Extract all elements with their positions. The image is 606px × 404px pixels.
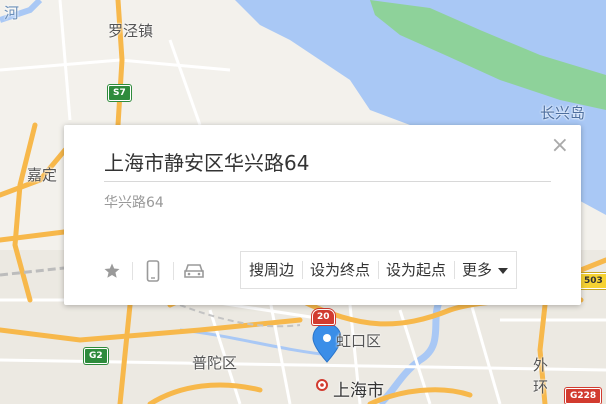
car-icon xyxy=(184,264,204,278)
drive-route-button[interactable] xyxy=(174,258,214,284)
set-destination-button[interactable]: 设为终点 xyxy=(302,252,378,288)
shield-503: 503 xyxy=(579,273,606,289)
close-icon[interactable]: × xyxy=(551,135,569,157)
star-icon xyxy=(104,263,120,278)
more-label: 更多 xyxy=(462,261,493,279)
map-label-waihuan-2: 环 xyxy=(533,378,549,396)
map-label-hongkou: 虹口区 xyxy=(336,332,382,350)
phone-icon xyxy=(146,260,160,282)
shield-g228: G228 xyxy=(565,388,602,404)
map-label-putuo: 普陀区 xyxy=(192,354,238,372)
place-address: 华兴路64 xyxy=(104,195,164,211)
favorite-button[interactable] xyxy=(92,258,132,284)
map-label-river: 河 xyxy=(4,4,20,22)
city-dot-icon xyxy=(316,379,328,391)
shield-s7: S7 xyxy=(108,85,131,101)
shield-g2: G2 xyxy=(84,348,108,364)
map-label-changxing: 长兴岛 xyxy=(540,104,586,122)
map-label-luojing: 罗泾镇 xyxy=(108,22,154,40)
caret-down-icon xyxy=(498,267,509,274)
shield-s20: 20 xyxy=(312,309,335,325)
search-nearby-button[interactable]: 搜周边 xyxy=(241,252,302,288)
icon-toolbar xyxy=(92,258,214,284)
place-title: 上海市静安区华兴路64 xyxy=(104,151,310,175)
map-label-waihuan-1: 外 xyxy=(533,356,549,374)
place-info-popup: × 上海市静安区华兴路64 华兴路64 搜周边 设为终点 设为起点 更多 xyxy=(64,125,581,305)
map-label-shanghai: 上海市 xyxy=(333,381,384,401)
action-bar: 搜周边 设为终点 设为起点 更多 xyxy=(240,251,518,289)
more-button[interactable]: 更多 xyxy=(454,252,516,288)
divider xyxy=(104,181,551,182)
map-label-jiading: 嘉定 xyxy=(27,166,58,184)
send-to-phone-button[interactable] xyxy=(133,258,173,284)
set-origin-button[interactable]: 设为起点 xyxy=(378,252,454,288)
